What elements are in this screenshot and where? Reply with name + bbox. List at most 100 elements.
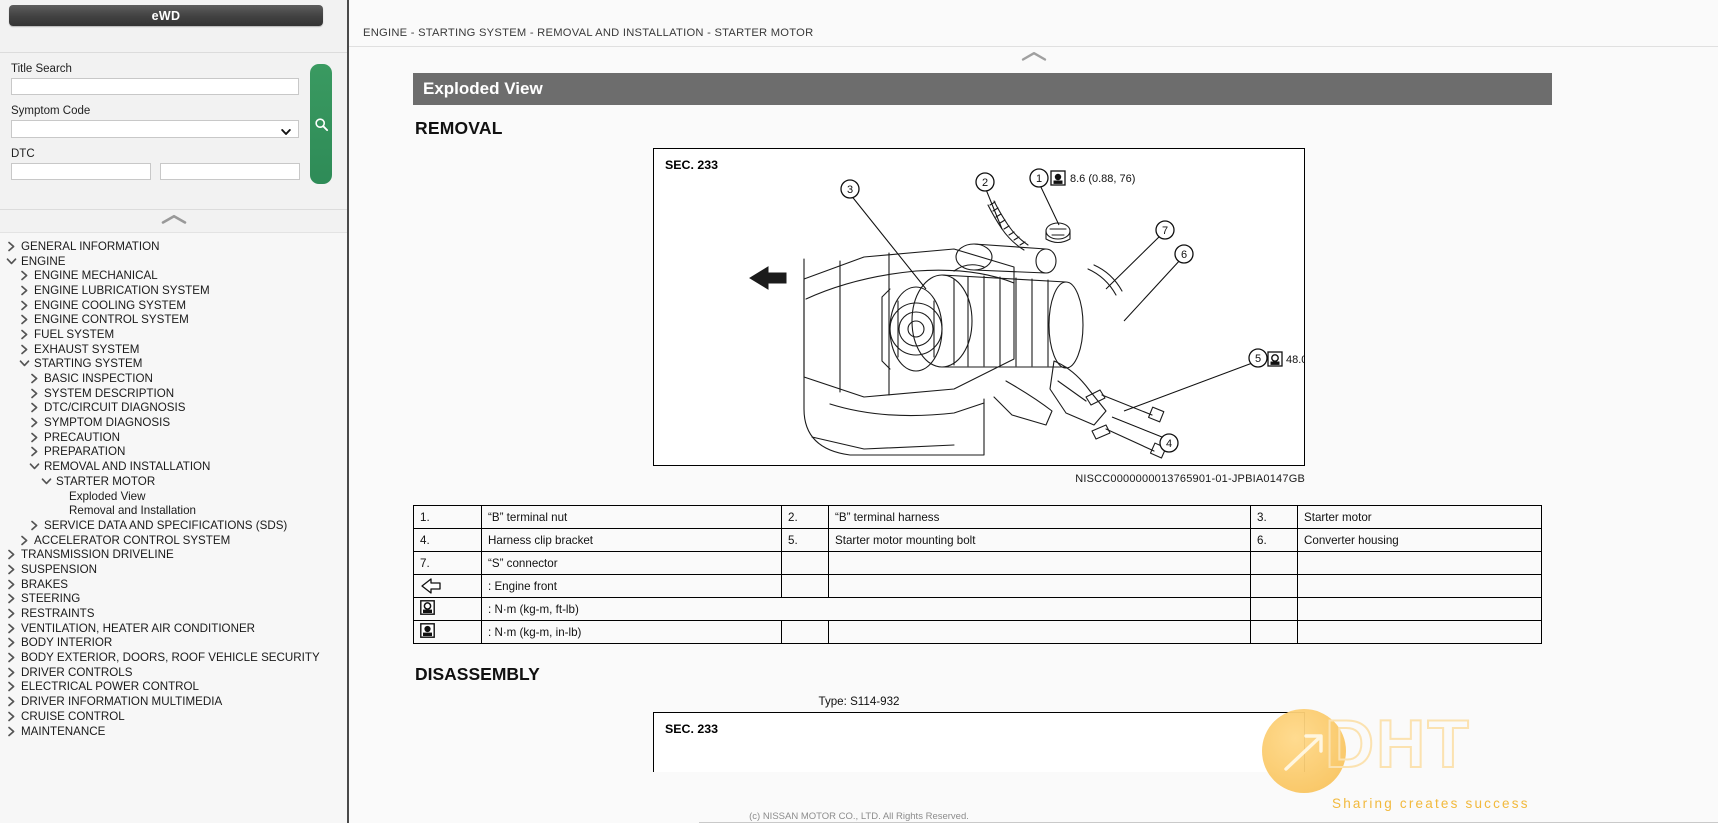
chevron-right-icon[interactable] [17, 328, 31, 340]
chevron-right-icon[interactable] [4, 578, 18, 590]
tree-item-electrical-power-control[interactable]: ELECTRICAL POWER CONTROL [0, 680, 347, 695]
engine-front-arrow-icon [413, 574, 482, 598]
tree-item-service-data-and-specifications-sds[interactable]: SERVICE DATA AND SPECIFICATIONS (SDS) [0, 518, 347, 533]
chevron-right-icon[interactable] [4, 549, 18, 561]
section-header: Exploded View [413, 73, 1552, 105]
tree-item-starter-motor[interactable]: STARTER MOTOR [0, 474, 347, 489]
part-number: 6. [1250, 528, 1298, 552]
tree-item-engine-control-system[interactable]: ENGINE CONTROL SYSTEM [0, 312, 347, 327]
tree-item-removal-and-installation[interactable]: REMOVAL AND INSTALLATION [0, 459, 347, 474]
tree-item-fuel-system[interactable]: FUEL SYSTEM [0, 327, 347, 342]
figure-id: NISCC0000000013765901-01-JPBIA0147GB [1075, 473, 1305, 485]
chevron-right-icon[interactable] [27, 373, 41, 385]
tree-item-system-description[interactable]: SYSTEM DESCRIPTION [0, 386, 347, 401]
chevron-right-icon[interactable] [4, 608, 18, 620]
disassembly-heading: DISASSEMBLY [415, 664, 540, 684]
chevron-down-icon[interactable] [39, 475, 53, 487]
tree-item-restraints[interactable]: RESTRAINTS [0, 606, 347, 621]
chevron-right-icon[interactable] [27, 431, 41, 443]
tree-item-driver-information-multimedia[interactable]: DRIVER INFORMATION MULTIMEDIA [0, 694, 347, 709]
tree-item-suspension[interactable]: SUSPENSION [0, 562, 347, 577]
part-description: Starter motor mounting bolt [828, 528, 1251, 552]
chevron-right-icon[interactable] [17, 270, 31, 282]
svg-text:6: 6 [1181, 249, 1187, 261]
tree-item-label: EXHAUST SYSTEM [34, 342, 140, 356]
part-number [781, 551, 829, 575]
tree-item-removal-and-installation[interactable]: Removal and Installation [0, 503, 347, 518]
dtc-input-1[interactable] [11, 163, 151, 180]
tree-item-general-information[interactable]: GENERAL INFORMATION [0, 239, 347, 254]
tree-item-symptom-diagnosis[interactable]: SYMPTOM DIAGNOSIS [0, 415, 347, 430]
chevron-right-icon[interactable] [17, 534, 31, 546]
sidebar-collapse-toggle[interactable] [0, 210, 347, 232]
chevron-down-icon[interactable] [4, 255, 18, 267]
tree-item-engine-mechanical[interactable]: ENGINE MECHANICAL [0, 268, 347, 283]
navigation-tree: GENERAL INFORMATION ENGINE ENGINE MECHANIC… [0, 232, 347, 823]
symptom-code-select[interactable] [11, 120, 299, 138]
tree-item-cruise-control[interactable]: CRUISE CONTROL [0, 709, 347, 724]
content-collapse-toggle[interactable] [349, 47, 1718, 69]
tree-item-body-exterior-doors-roof-vehicle-security[interactable]: BODY EXTERIOR, DOORS, ROOF VEHICLE SECUR… [0, 650, 347, 665]
tree-item-dtc-circuit-diagnosis[interactable]: DTC/CIRCUIT DIAGNOSIS [0, 401, 347, 416]
tree-item-label: PREPARATION [44, 445, 126, 459]
chevron-right-icon[interactable] [4, 681, 18, 693]
tree-item-exploded-view[interactable]: Exploded View [0, 489, 347, 504]
tree-item-driver-controls[interactable]: DRIVER CONTROLS [0, 665, 347, 680]
empty-cell [1297, 620, 1542, 644]
chevron-down-icon[interactable] [17, 358, 31, 370]
tree-item-exhaust-system[interactable]: EXHAUST SYSTEM [0, 342, 347, 357]
tree-item-engine[interactable]: ENGINE [0, 254, 347, 269]
tree-item-precaution[interactable]: PRECAUTION [0, 430, 347, 445]
chevron-right-icon[interactable] [27, 446, 41, 458]
chevron-right-icon[interactable] [27, 417, 41, 429]
chevron-right-icon[interactable] [4, 710, 18, 722]
tree-item-body-interior[interactable]: BODY INTERIOR [0, 636, 347, 651]
tree-item-steering[interactable]: STEERING [0, 592, 347, 607]
chevron-right-icon[interactable] [4, 666, 18, 678]
tree-item-label: BODY EXTERIOR, DOORS, ROOF VEHICLE SECUR… [21, 651, 320, 665]
chevron-right-icon[interactable] [4, 696, 18, 708]
chevron-right-icon[interactable] [17, 314, 31, 326]
chevron-right-icon[interactable] [4, 725, 18, 737]
title-search-label: Title Search [11, 63, 72, 75]
tree-item-maintenance[interactable]: MAINTENANCE [0, 724, 347, 739]
tree-item-engine-lubrication-system[interactable]: ENGINE LUBRICATION SYSTEM [0, 283, 347, 298]
tree-item-brakes[interactable]: BRAKES [0, 577, 347, 592]
part-description: Harness clip bracket [481, 528, 782, 552]
tree-item-label: STEERING [21, 592, 81, 606]
part-description: “B” terminal nut [481, 505, 782, 529]
application-root: eWD Title Search Symptom Code DTC GENERA… [0, 0, 1718, 823]
chevron-right-icon[interactable] [17, 284, 31, 296]
chevron-right-icon[interactable] [4, 563, 18, 575]
tree-item-starting-system[interactable]: STARTING SYSTEM [0, 357, 347, 372]
tree-item-ventilation-heater-air-conditioner[interactable]: VENTILATION, HEATER AIR CONDITIONER [0, 621, 347, 636]
ewd-brand-button[interactable]: eWD [9, 5, 323, 26]
chevron-right-icon[interactable] [4, 652, 18, 664]
chevron-right-icon[interactable] [4, 593, 18, 605]
tree-item-accelerator-control-system[interactable]: ACCELERATOR CONTROL SYSTEM [0, 533, 347, 548]
tree-item-preparation[interactable]: PREPARATION [0, 445, 347, 460]
chevron-up-icon [1021, 49, 1047, 67]
chevron-right-icon[interactable] [27, 519, 41, 531]
empty-cell [1297, 574, 1542, 598]
chevron-right-icon[interactable] [27, 402, 41, 414]
disassembly-figure: SEC. 233 [653, 712, 1305, 772]
symptom-code-label: Symptom Code [11, 105, 91, 117]
tree-item-engine-cooling-system[interactable]: ENGINE COOLING SYSTEM [0, 298, 347, 313]
main-content: ENGINE - STARTING SYSTEM - REMOVAL AND I… [349, 0, 1718, 823]
title-search-input[interactable] [11, 78, 299, 95]
chevron-right-icon[interactable] [4, 240, 18, 252]
chevron-right-icon[interactable] [17, 299, 31, 311]
tree-item-transmission-driveline[interactable]: TRANSMISSION DRIVELINE [0, 547, 347, 562]
chevron-right-icon[interactable] [27, 387, 41, 399]
search-button[interactable] [310, 64, 332, 184]
chevron-right-icon[interactable] [4, 637, 18, 649]
dtc-input-2[interactable] [160, 163, 300, 180]
chevron-right-icon[interactable] [17, 343, 31, 355]
chevron-down-icon[interactable] [27, 461, 41, 473]
chevron-right-icon[interactable] [4, 622, 18, 634]
tree-item-label: SYSTEM DESCRIPTION [44, 386, 175, 400]
tree-item-label: SUSPENSION [21, 562, 98, 576]
table-row-legend: : Engine front [413, 574, 1542, 598]
tree-item-basic-inspection[interactable]: BASIC INSPECTION [0, 371, 347, 386]
